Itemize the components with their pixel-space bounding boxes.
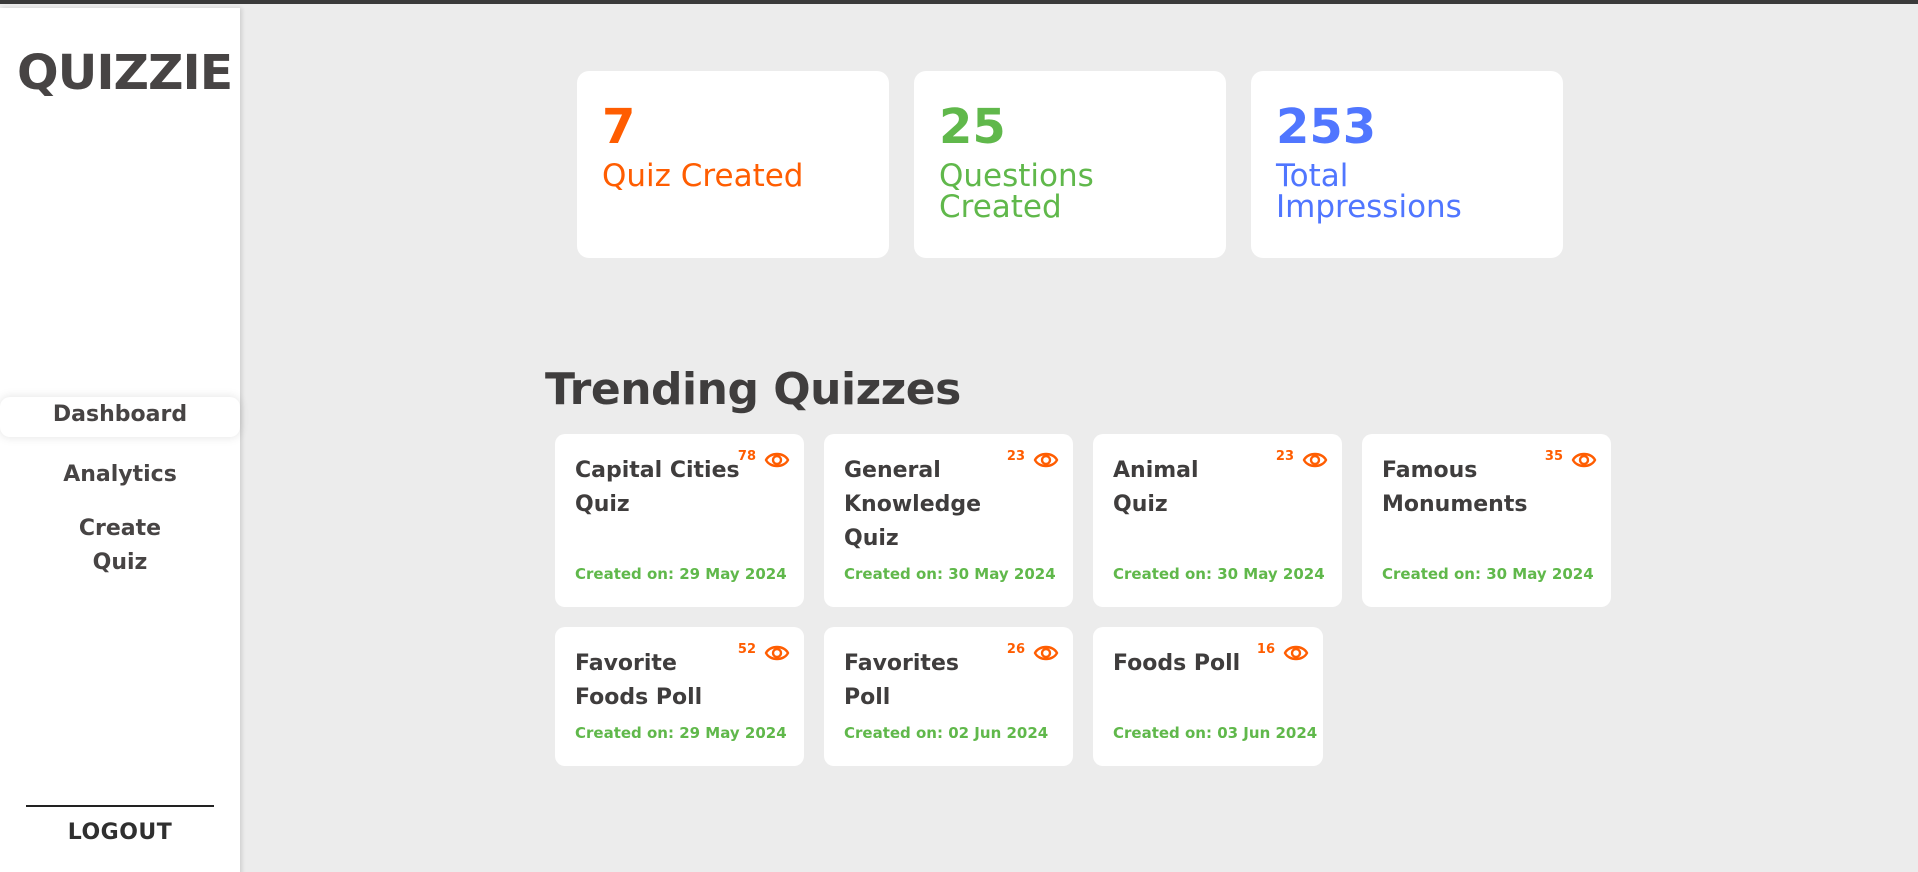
stat-label: Quiz Created	[602, 158, 804, 194]
quiz-title: General Knowledge Quiz	[844, 458, 982, 551]
quiz-title: Animal Quiz	[1113, 458, 1199, 517]
stat-card-quizzes: 7 Quiz Created	[577, 71, 889, 258]
quiz-card[interactable]: Famous Monuments 35 Created on: 30 May 2…	[1362, 434, 1611, 607]
quiz-card[interactable]: Capital Cities Quiz 78 Created on: 29 Ma…	[555, 434, 804, 607]
eye-icon	[1283, 645, 1309, 661]
quiz-card[interactable]: Animal Quiz 23 Created on: 30 May 2024	[1093, 434, 1342, 607]
sidebar: QUIZZIE Dashboard Analytics Create Quiz …	[0, 8, 240, 872]
created-date: Created on: 03 Jun 2024	[1113, 724, 1318, 742]
sidebar-item-analytics[interactable]: Analytics	[0, 458, 240, 492]
stat-label: Total Impressions	[1276, 158, 1462, 225]
section-title: Trending Quizzes	[545, 364, 961, 415]
quiz-card[interactable]: Favorite Foods Poll 52 Created on: 29 Ma…	[555, 627, 804, 766]
stat-value: 253	[1276, 99, 1377, 155]
view-count: 26	[1006, 642, 1025, 657]
quiz-title: Favorite Foods Poll	[575, 651, 703, 710]
stat-card-impressions: 253 Total Impressions	[1251, 71, 1563, 258]
view-count: 52	[737, 642, 756, 657]
eye-icon	[764, 645, 790, 661]
stat-value: 25	[939, 99, 1006, 155]
eye-icon	[1033, 645, 1059, 661]
divider	[26, 805, 214, 807]
view-count: 16	[1256, 642, 1275, 657]
stat-value: 7	[602, 99, 636, 155]
created-date: Created on: 02 Jun 2024	[844, 724, 1049, 742]
sidebar-item-label: Dashboard	[52, 402, 188, 427]
app-logo: QUIZZIE	[17, 45, 233, 101]
view-count: 35	[1544, 449, 1563, 464]
view-count: 23	[1275, 449, 1294, 464]
view-count: 78	[737, 449, 756, 464]
view-count: 23	[1006, 449, 1025, 464]
eye-icon	[1302, 452, 1328, 468]
stat-label: Questions Created	[939, 158, 1094, 225]
quiz-card[interactable]: Favorites Poll 26 Created on: 02 Jun 202…	[824, 627, 1073, 766]
sidebar-item-create-quiz[interactable]: Create Quiz	[0, 512, 240, 580]
sidebar-item-label: Quiz	[92, 550, 148, 575]
sidebar-item-dashboard[interactable]: Dashboard	[0, 397, 240, 437]
quiz-title: Favorites Poll	[844, 651, 959, 710]
quiz-title: Capital Cities Quiz	[575, 458, 740, 517]
created-date: Created on: 30 May 2024	[1113, 565, 1325, 583]
quiz-title: Foods Poll	[1113, 651, 1241, 676]
created-date: Created on: 30 May 2024	[1382, 565, 1594, 583]
quiz-title: Famous Monuments	[1382, 458, 1528, 517]
eye-icon	[1033, 452, 1059, 468]
sidebar-item-label: Create	[78, 516, 162, 541]
sidebar-item-label: Analytics	[63, 462, 177, 487]
quiz-card[interactable]: Foods Poll 16 Created on: 03 Jun 2024	[1093, 627, 1323, 766]
stat-card-questions: 25 Questions Created	[914, 71, 1226, 258]
created-date: Created on: 30 May 2024	[844, 565, 1056, 583]
logout-button[interactable]: LOGOUT	[0, 820, 240, 845]
created-date: Created on: 29 May 2024	[575, 724, 787, 742]
eye-icon	[764, 452, 790, 468]
quiz-card[interactable]: General Knowledge Quiz 23 Created on: 30…	[824, 434, 1073, 607]
created-date: Created on: 29 May 2024	[575, 565, 787, 583]
eye-icon	[1571, 452, 1597, 468]
